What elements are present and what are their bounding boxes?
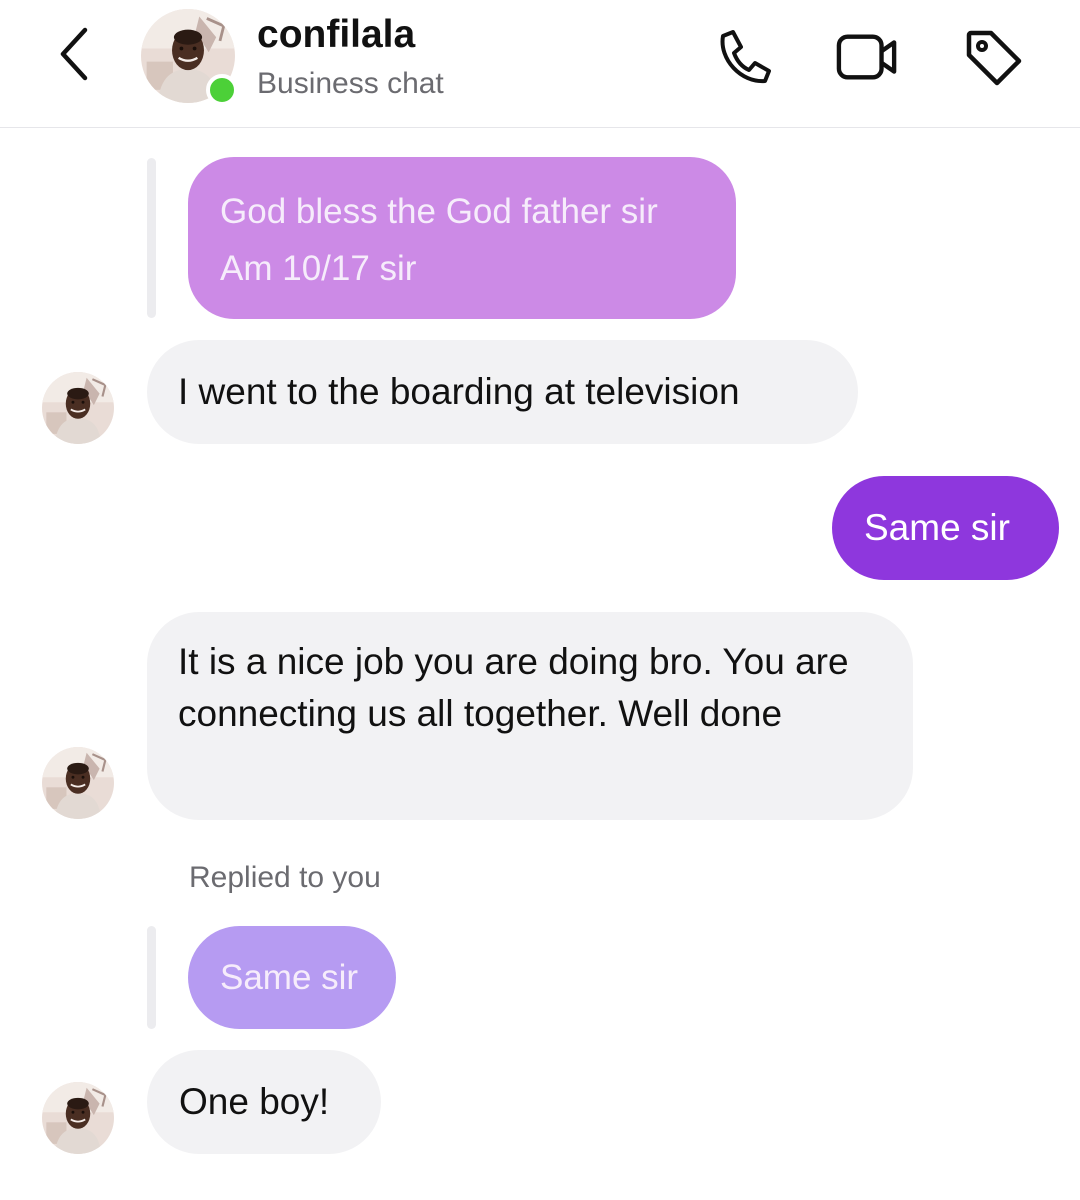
sent-message-bubble[interactable]: Same sir: [832, 476, 1059, 580]
video-camera-icon: [836, 34, 897, 80]
message-bubble[interactable]: One boy!: [147, 1050, 381, 1154]
message-text: It is a nice job you are doing bro. You …: [178, 641, 849, 734]
quoted-message-line: God bless the God father sir: [220, 192, 658, 231]
back-chevron-icon: [60, 27, 88, 81]
quoted-message-line: Am 10/17 sir: [220, 249, 417, 288]
message-text: One boy!: [179, 1081, 330, 1122]
quoted-message-line: Same sir: [220, 958, 359, 997]
online-status-dot: [206, 74, 238, 106]
sender-avatar[interactable]: [42, 372, 114, 444]
phone-icon: [720, 30, 771, 84]
label-button[interactable]: [962, 26, 1024, 88]
message-text: Same sir: [864, 507, 1010, 548]
quoted-message-bubble[interactable]: God bless the God father sir Am 10/17 si…: [188, 157, 736, 319]
video-call-button[interactable]: [836, 26, 898, 88]
reply-indicator-bar: [147, 926, 156, 1029]
tag-icon: [966, 30, 1022, 86]
replied-to-you-label: Replied to you: [189, 861, 381, 894]
back-button[interactable]: [46, 22, 102, 86]
voice-call-button[interactable]: [712, 26, 774, 88]
message-text: I went to the boarding at television: [178, 371, 740, 412]
reply-indicator-bar: [147, 158, 156, 318]
sender-avatar[interactable]: [42, 747, 114, 819]
contact-subtitle: Business chat: [257, 67, 444, 100]
chat-header: confilala Business chat: [0, 0, 1080, 128]
message-bubble[interactable]: I went to the boarding at television: [147, 340, 858, 444]
contact-name[interactable]: confilala: [257, 13, 415, 57]
quoted-message-bubble[interactable]: Same sir: [188, 926, 396, 1029]
sender-avatar[interactable]: [42, 1082, 114, 1154]
message-bubble[interactable]: It is a nice job you are doing bro. You …: [147, 612, 913, 820]
